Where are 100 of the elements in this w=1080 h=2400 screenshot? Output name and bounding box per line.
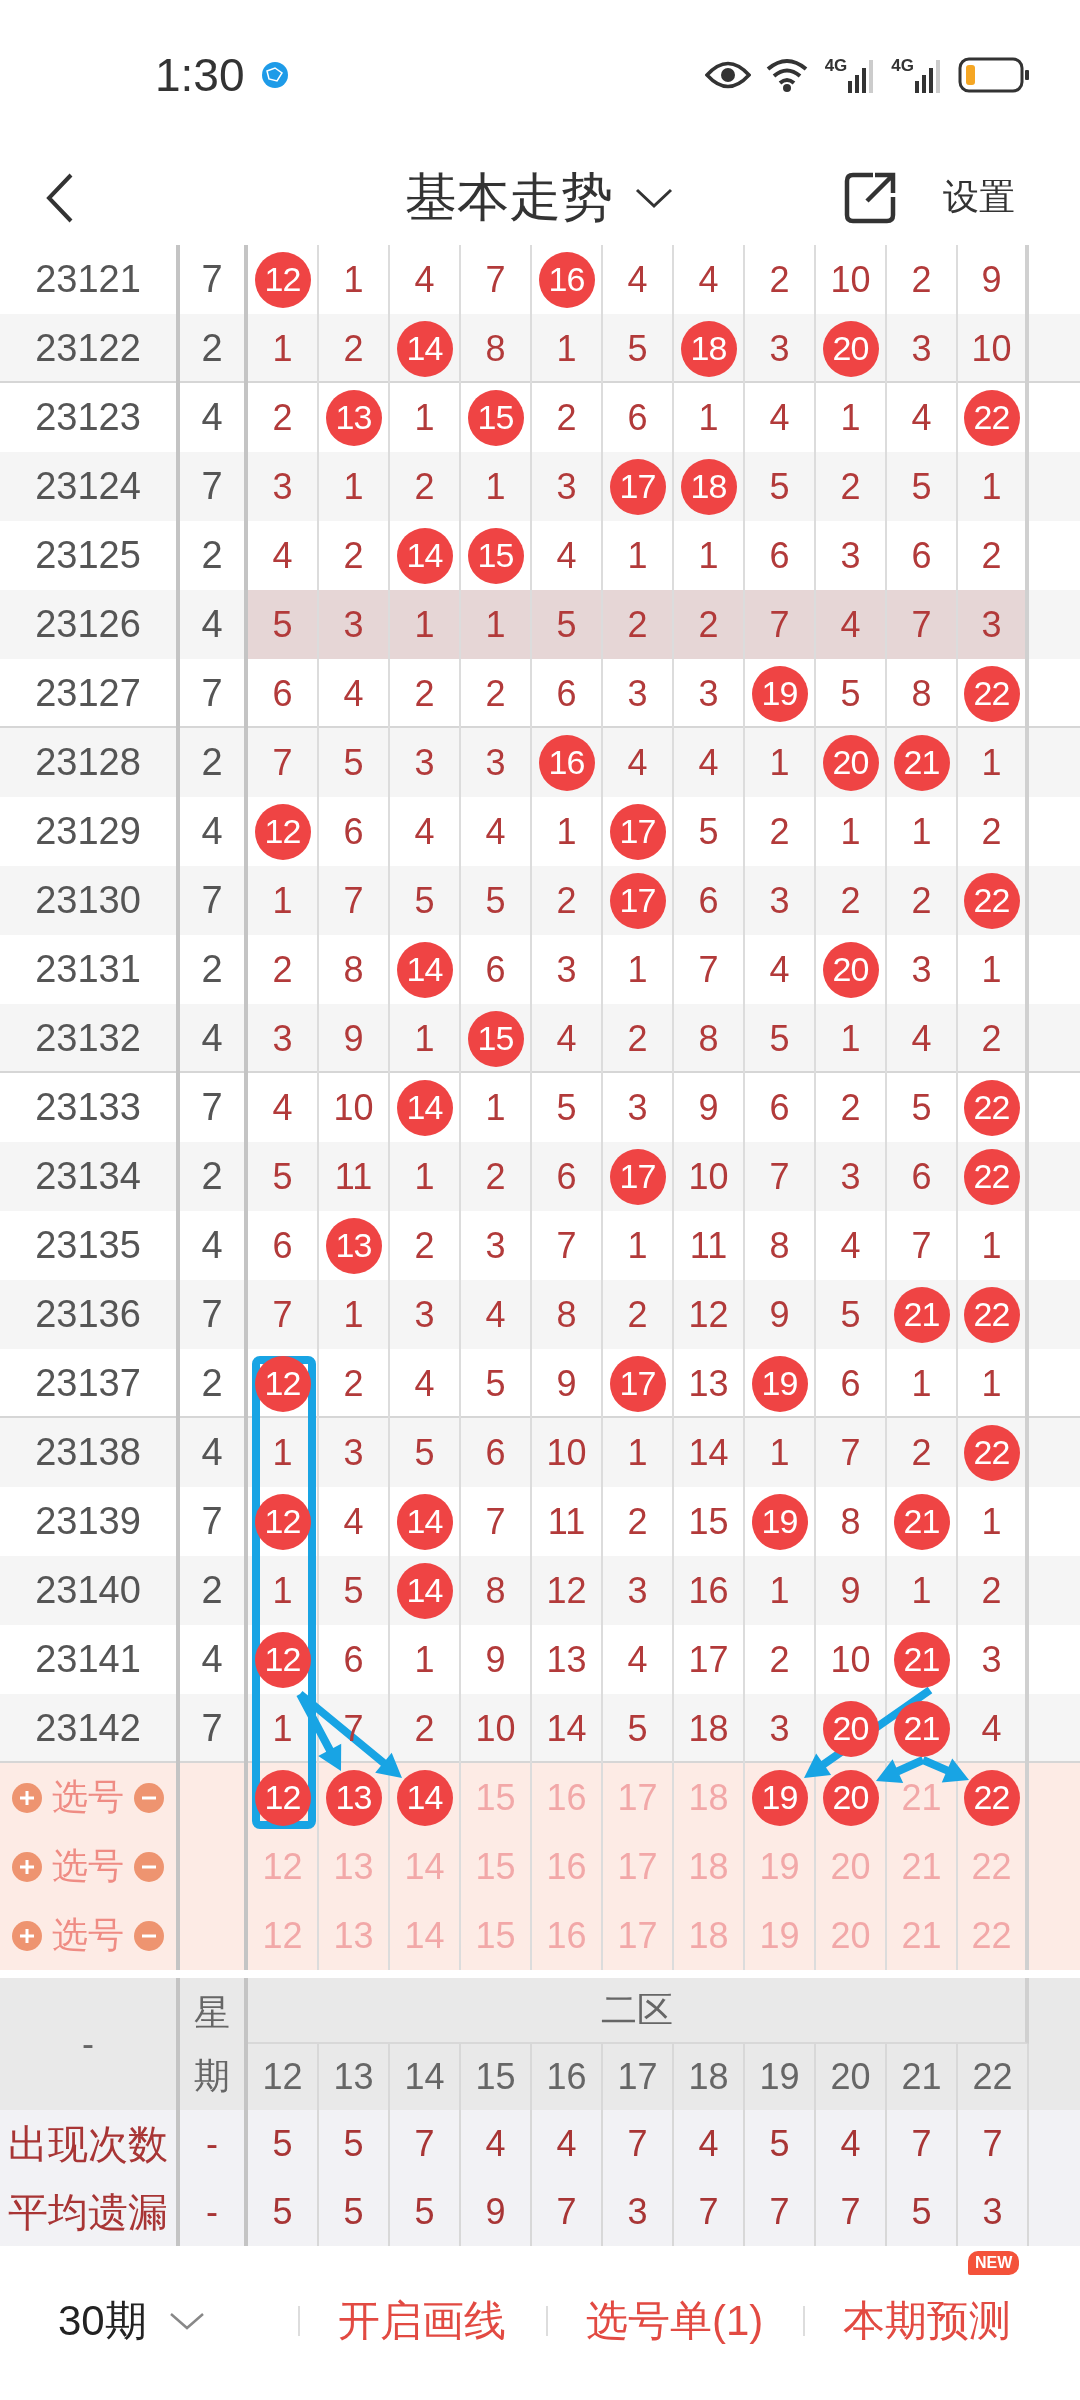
miss-count: 1 — [981, 948, 1002, 991]
miss-count: 9 — [981, 258, 1002, 301]
miss-count: 1 — [414, 396, 435, 439]
stat-cell: 7 — [982, 2123, 1003, 2165]
miss-count: 6 — [769, 1086, 790, 1129]
miss-count: 4 — [272, 534, 293, 577]
column-header: 20 — [830, 2056, 871, 2098]
drawn-number-ball: 22 — [963, 1286, 1020, 1343]
miss-count: 12 — [688, 1293, 729, 1336]
drawn-number-ball: 19 — [751, 1493, 808, 1550]
drawn-number-ball: 19 — [751, 665, 808, 722]
miss-count: 4 — [698, 741, 719, 784]
miss-count: 1 — [911, 810, 932, 853]
weekday-cell: 2 — [201, 948, 223, 991]
share-icon[interactable] — [843, 170, 897, 225]
miss-count: 3 — [840, 534, 861, 577]
miss-count: 4 — [769, 396, 790, 439]
miss-count: 8 — [911, 672, 932, 715]
number-option[interactable]: 17 — [617, 1845, 658, 1888]
bottom-action-link[interactable]: 开启画线 — [338, 2297, 506, 2344]
issue-number: 23125 — [35, 534, 141, 577]
selected-number-ball[interactable]: 20 — [822, 1769, 879, 1826]
pick-label: 选号 — [52, 1775, 124, 1819]
number-option[interactable]: 16 — [546, 1845, 587, 1888]
miss-count: 2 — [769, 810, 790, 853]
miss-count: 10 — [971, 327, 1012, 370]
drawn-number-ball: 19 — [751, 1355, 808, 1412]
number-option[interactable]: 13 — [333, 1914, 374, 1957]
miss-count: 4 — [698, 258, 719, 301]
drawn-number-ball: 17 — [609, 872, 666, 929]
number-option[interactable]: 14 — [404, 1914, 445, 1957]
miss-count: 2 — [627, 1500, 648, 1543]
bottom-action-link[interactable]: 本期预测 — [843, 2297, 1012, 2344]
number-option[interactable]: 21 — [901, 1776, 942, 1819]
plus-icon[interactable] — [12, 1851, 42, 1882]
number-option[interactable]: 22 — [971, 1845, 1012, 1888]
miss-count: 1 — [414, 603, 435, 646]
number-option[interactable]: 12 — [262, 1914, 303, 1957]
miss-count: 14 — [546, 1707, 587, 1750]
number-option[interactable]: 12 — [262, 1845, 303, 1888]
number-option[interactable]: 18 — [688, 1845, 729, 1888]
number-option[interactable]: 18 — [688, 1776, 729, 1819]
number-option[interactable]: 19 — [759, 1845, 800, 1888]
miss-count: 7 — [556, 1224, 577, 1267]
miss-count: 2 — [414, 465, 435, 508]
plus-icon[interactable] — [12, 1782, 42, 1813]
miss-count: 3 — [485, 1224, 506, 1267]
number-option[interactable]: 15 — [475, 1845, 516, 1888]
number-option[interactable]: 18 — [688, 1914, 729, 1957]
number-option[interactable]: 21 — [901, 1845, 942, 1888]
miss-count: 3 — [556, 465, 577, 508]
stat-cell: 5 — [911, 2191, 932, 2233]
back-icon[interactable] — [45, 171, 75, 224]
drawn-number-ball: 22 — [963, 1148, 1020, 1205]
miss-count: 5 — [272, 603, 293, 646]
number-option[interactable]: 22 — [971, 1914, 1012, 1957]
drawn-number-ball: 18 — [680, 320, 737, 377]
selected-number-ball[interactable]: 13 — [325, 1769, 382, 1826]
miss-count: 3 — [556, 948, 577, 991]
settings-link[interactable]: 设置 — [943, 173, 1015, 222]
stat-cell: 7 — [840, 2191, 861, 2233]
miss-count: 2 — [769, 1638, 790, 1681]
number-option[interactable]: 21 — [901, 1914, 942, 1957]
stat-cell: 7 — [769, 2191, 790, 2233]
selected-number-ball[interactable]: 19 — [751, 1769, 808, 1826]
miss-count: 2 — [981, 534, 1002, 577]
number-option[interactable]: 13 — [333, 1845, 374, 1888]
period-selector[interactable]: 30期 — [58, 2293, 147, 2349]
weekday-cell: 4 — [201, 810, 223, 853]
bottom-action-link[interactable]: 选号单(1) — [586, 2297, 764, 2344]
selected-number-ball[interactable]: 14 — [396, 1769, 453, 1826]
minus-icon[interactable] — [134, 1782, 164, 1813]
minus-icon[interactable] — [134, 1920, 164, 1951]
weekday-cell: 7 — [201, 1500, 223, 1543]
miss-count: 4 — [485, 810, 506, 853]
number-option[interactable]: 17 — [617, 1776, 658, 1819]
chevron-down-icon[interactable] — [635, 186, 673, 209]
page-title[interactable]: 基本走势 — [405, 162, 613, 233]
drawn-number-ball: 21 — [893, 1631, 950, 1688]
miss-count: 4 — [840, 603, 861, 646]
plus-icon[interactable] — [12, 1920, 42, 1951]
column-header: - — [82, 2023, 94, 2065]
number-option[interactable]: 20 — [830, 1845, 871, 1888]
globe-icon — [260, 61, 289, 89]
number-option[interactable]: 20 — [830, 1914, 871, 1957]
issue-number: 23124 — [35, 465, 141, 508]
weekday-cell: 4 — [201, 1431, 223, 1474]
number-option[interactable]: 15 — [475, 1776, 516, 1819]
selected-number-ball[interactable]: 22 — [963, 1769, 1020, 1826]
number-option[interactable]: 15 — [475, 1914, 516, 1957]
number-option[interactable]: 16 — [546, 1776, 587, 1819]
number-option[interactable]: 14 — [404, 1845, 445, 1888]
miss-count: 1 — [556, 327, 577, 370]
number-option[interactable]: 19 — [759, 1914, 800, 1957]
number-option[interactable]: 17 — [617, 1914, 658, 1957]
minus-icon[interactable] — [134, 1851, 164, 1882]
drawn-number-ball: 15 — [467, 527, 524, 584]
number-option[interactable]: 16 — [546, 1914, 587, 1957]
miss-count: 1 — [485, 1086, 506, 1129]
miss-count: 1 — [769, 741, 790, 784]
